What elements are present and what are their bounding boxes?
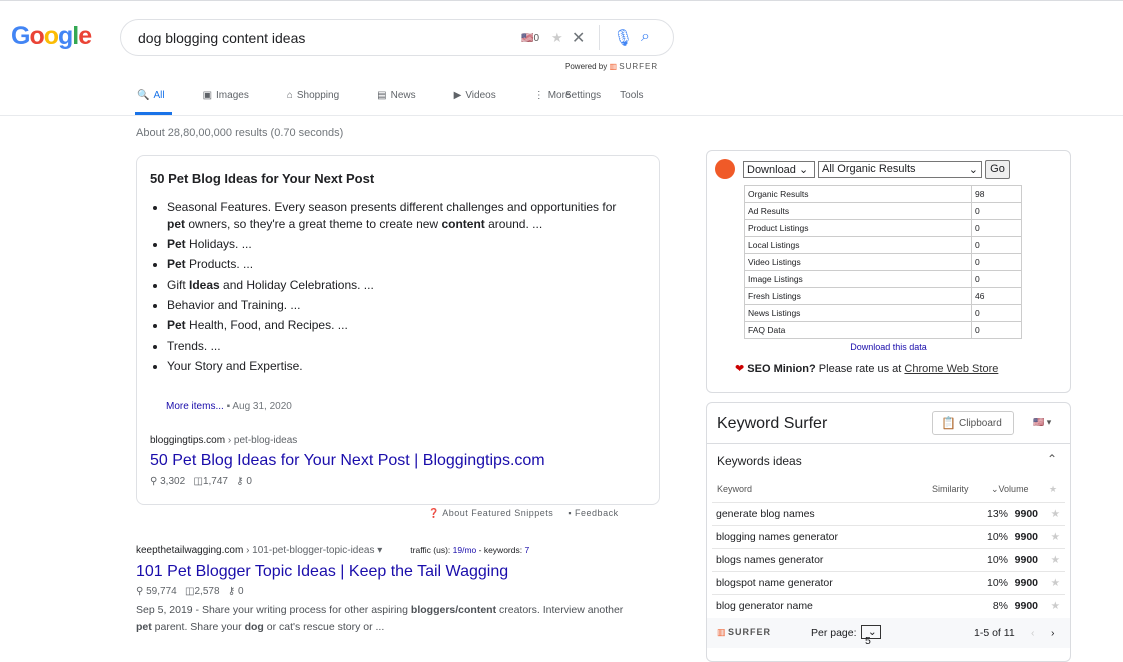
image-icon: ▣	[202, 90, 213, 101]
divider	[0, 115, 1123, 116]
star-icon[interactable]: ★	[551, 30, 563, 46]
panel-title: Keyword Surfer	[717, 415, 828, 432]
collapse-icon[interactable]: ⌃	[1047, 452, 1057, 466]
snippet-list: Seasonal Features. Every season presents…	[167, 199, 627, 378]
table-row: Organic Results 98	[744, 185, 1022, 203]
list-item: Trends. ...	[167, 338, 627, 355]
powered-by-surfer: Powered by ▥ SURFER	[565, 62, 659, 71]
result-cite: keepthetailwagging.com › 101-pet-blogger…	[136, 545, 530, 556]
chrome-store-link[interactable]: Chrome Web Store	[904, 363, 998, 375]
feedback-link[interactable]: Feedback	[575, 508, 619, 518]
prev-page-icon[interactable]: ‹	[1031, 627, 1035, 639]
tab-videos[interactable]: ▶ Videos	[454, 90, 515, 101]
robot-icon	[715, 159, 735, 179]
chevron-down-icon[interactable]: ▾	[377, 545, 382, 556]
tab-images[interactable]: ▣ Images	[203, 90, 268, 101]
search-icon: 🔍	[137, 90, 150, 101]
keyword-row[interactable]: generate blog names 13% 9900 ★	[712, 502, 1065, 525]
keyword-surfer-panel: Keyword Surfer 📋 Clipboard 🇺🇸 ▾ Keywords …	[706, 402, 1071, 662]
tools-link[interactable]: Tools	[620, 90, 643, 101]
more-items-link[interactable]: More items...	[166, 401, 224, 412]
mic-icon[interactable]: 🎙	[613, 28, 633, 48]
rate-us: ❤ SEO Minion? Please rate us at Chrome W…	[735, 363, 999, 375]
table-row: Image Listings 0	[744, 270, 1022, 288]
about-snippets-link[interactable]: About Featured Snippets	[442, 508, 553, 518]
list-item: Your Story and Expertise.	[167, 358, 627, 375]
star-icon[interactable]: ★	[1051, 554, 1060, 566]
table-row: News Listings 0	[744, 304, 1022, 322]
snippet-metrics: ⚲ 3,302 ◫1,747 ⚷ 0	[150, 476, 252, 487]
snippet-cite: bloggingtips.com › pet-blog-ideas	[150, 435, 298, 446]
surfer-logo: ▥ SURFER	[717, 627, 772, 637]
section-title: Keywords ideas	[717, 454, 802, 468]
table-row: Ad Results 0	[744, 202, 1022, 220]
snippet-heading: 50 Pet Blog Ideas for Your Next Post	[150, 171, 375, 186]
country-select[interactable]: 🇺🇸 ▾	[1033, 417, 1051, 428]
pagination-bar: ▥ SURFER Per page: 5 ⌄ 1-5 of 11 ‹ ›	[707, 618, 1070, 648]
list-item: Pet Products. ...	[167, 256, 627, 273]
featured-snippet: 50 Pet Blog Ideas for Your Next Post Sea…	[136, 155, 660, 505]
list-item: Gift Ideas and Holiday Celebrations. ...	[167, 277, 627, 294]
more-vert-icon: ⋮	[533, 90, 544, 101]
download-select[interactable]: Download ⌄	[743, 161, 815, 178]
per-page-select[interactable]: 5 ⌄	[861, 625, 881, 647]
go-button[interactable]: Go	[985, 160, 1010, 179]
page-range: 1-5 of 11	[974, 627, 1015, 639]
tab-news[interactable]: ▤ News	[377, 90, 434, 101]
keyword-row[interactable]: blogspot name generator 10% 9900 ★	[712, 571, 1065, 594]
download-data-link[interactable]: Download this data	[707, 342, 1070, 352]
result-stats: About 28,80,00,000 results (0.70 seconds…	[136, 127, 344, 139]
tab-shopping[interactable]: ⌂ Shopping	[287, 90, 358, 101]
seo-minion-panel: Download ⌄ All Organic Results ⌄ Go Organ…	[706, 150, 1071, 393]
col-similarity[interactable]: Similarity	[932, 484, 969, 494]
keyword-row[interactable]: blog generator name 8% 9900 ★	[712, 594, 1065, 617]
tag-icon: ⌂	[286, 90, 293, 101]
snippet-title-link[interactable]: 50 Pet Blog Ideas for Your Next Post | B…	[150, 452, 545, 470]
col-volume[interactable]: ⌄Volume	[991, 484, 1029, 495]
google-logo[interactable]: Google	[11, 22, 92, 51]
settings-link[interactable]: Settings	[565, 90, 601, 101]
keyword-row[interactable]: blogging names generator 10% 9900 ★	[712, 525, 1065, 548]
table-row: Fresh Listings 46	[744, 287, 1022, 305]
filter-select[interactable]: All Organic Results ⌄	[818, 161, 982, 178]
table-row: Video Listings 0	[744, 253, 1022, 271]
result-metrics: ⚲ 59,774 ◫2,578 ⚷ 0	[136, 586, 244, 597]
result-description: Sep 5, 2019 - Share your writing process…	[136, 604, 624, 633]
star-icon[interactable]: ★	[1051, 508, 1060, 520]
clipboard-button[interactable]: 📋 Clipboard	[932, 411, 1014, 435]
search-tabs: 🔍 All ▣ Images ⌂ Shopping ▤ News ▶ Videos ⋮ More	[137, 90, 609, 101]
next-page-icon[interactable]: ›	[1051, 627, 1055, 639]
clipboard-icon: 📋	[941, 416, 956, 430]
heart-icon: ❤	[735, 363, 745, 375]
star-icon[interactable]: ★	[1051, 577, 1060, 589]
table-row: FAQ Data 0	[744, 321, 1022, 339]
keyword-row[interactable]: blogs names generator 10% 9900 ★	[712, 548, 1065, 571]
tab-all[interactable]: 🔍 All	[137, 90, 184, 101]
news-icon: ▤	[377, 90, 387, 101]
list-item: Behavior and Training. ...	[167, 297, 627, 314]
seo-stats-table: Organic Results 98 Ad Results 0 Product List…	[744, 185, 1022, 339]
table-row: Local Listings 0	[744, 236, 1022, 254]
play-icon: ▶	[453, 90, 462, 101]
feedback-icon: ▪	[568, 508, 573, 518]
list-item: Pet Holidays. ...	[167, 236, 627, 253]
search-icon[interactable]: ⌕	[641, 28, 650, 46]
search-box[interactable]: dog blogging content ideas 🇺🇸0 ★ ✕ 🎙 ⌕	[120, 19, 674, 56]
result-title-link[interactable]: 101 Pet Blogger Topic Ideas | Keep the T…	[136, 563, 508, 581]
per-page-label: Per page:	[811, 627, 857, 639]
table-row: Product Listings 0	[744, 219, 1022, 237]
star-icon[interactable]: ★	[1051, 600, 1060, 612]
list-item: Pet Health, Food, and Recipes. ...	[167, 317, 627, 334]
search-input[interactable]: dog blogging content ideas	[138, 30, 305, 46]
star-icon[interactable]: ★	[1051, 531, 1060, 543]
clear-icon[interactable]: ✕	[572, 28, 585, 48]
snippet-date: Aug 31, 2020	[232, 401, 292, 412]
star-icon[interactable]: ★	[1049, 484, 1057, 495]
divider	[599, 25, 600, 50]
col-keyword: Keyword	[717, 484, 753, 494]
list-item: Seasonal Features. Every season presents…	[167, 199, 627, 233]
help-icon: ❓	[428, 508, 440, 518]
us-flag-icon: 🇺🇸0	[521, 33, 540, 44]
